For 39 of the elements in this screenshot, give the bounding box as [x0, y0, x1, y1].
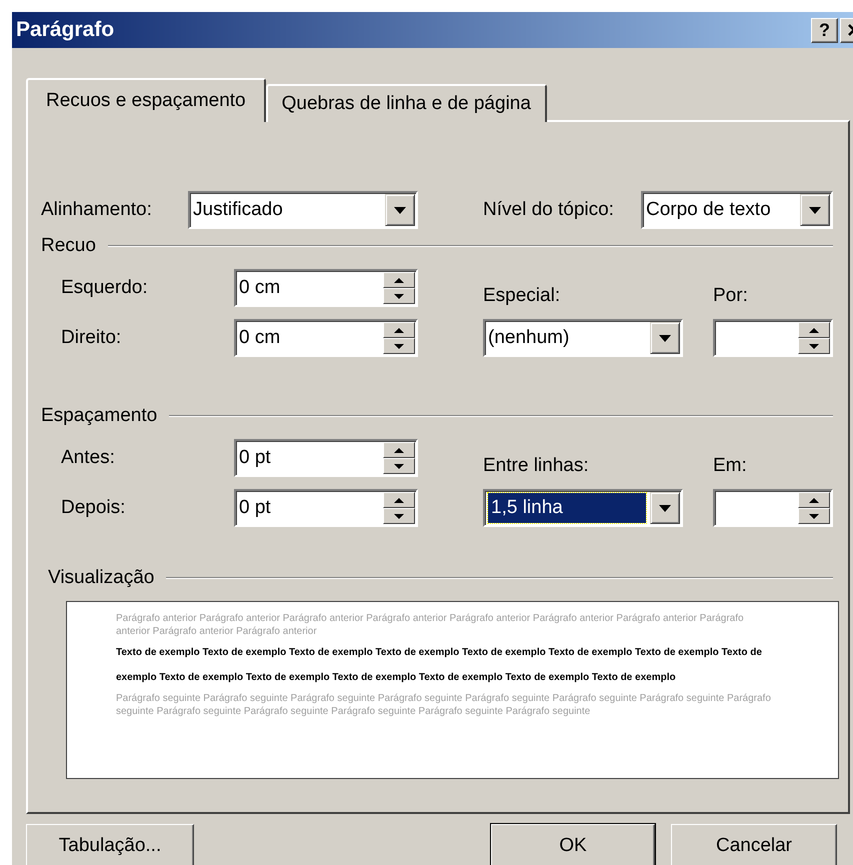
field-label: Nível do tópico: — [483, 199, 615, 221]
dropdown[interactable]: Corpo de texto — [641, 191, 833, 229]
help-button[interactable]: ? — [811, 18, 838, 42]
field-label: Entre linhas: — [483, 455, 590, 477]
field-label: Depois: — [61, 497, 126, 519]
field-value: 0 pt — [238, 446, 272, 470]
spin-field[interactable]: 0 cm — [234, 269, 418, 307]
field-label: Direito: — [61, 327, 122, 349]
field-label: Especial: — [483, 285, 562, 307]
field-label: Por: — [713, 285, 749, 307]
dropdown[interactable]: Justificado — [188, 191, 418, 229]
field-value: 0 cm — [238, 276, 282, 300]
dialog-button[interactable]: OK — [491, 824, 655, 865]
window-title: Parágrafo — [16, 18, 116, 42]
dropdown-value: (nenhum) — [487, 326, 570, 350]
tab[interactable]: Recuos e espaçamento — [26, 78, 266, 122]
dropdown[interactable]: (nenhum) — [483, 319, 683, 357]
dialog-button[interactable]: Cancelar — [671, 824, 837, 865]
preview-paragraph: Texto de exemplo Texto de exemplo Texto de exemplo Texto de exemplo Texto de exemplo Texto de exemplo Texto de exemplo Texto de exemplo Texto de exemplo Texto de exemplo Texto de exemplo Texto de exemplo Texto de exemplo Texto de exemplo — [116, 646, 763, 685]
field-label: Antes: — [61, 447, 116, 469]
group-title: Recuo — [41, 235, 96, 257]
dropdown[interactable]: 1,5 linha — [483, 489, 683, 527]
spin-field[interactable]: 0 pt — [234, 439, 418, 477]
field-value: 0 cm — [238, 326, 282, 350]
group-title: Visualização — [48, 567, 154, 589]
dialog-button[interactable]: Tabulação... — [26, 824, 194, 865]
group-title: Espaçamento — [41, 405, 158, 427]
dropdown-value: 1,5 linha — [488, 493, 646, 523]
field-label: Esquerdo: — [61, 277, 149, 299]
dropdown-value: Corpo de texto — [645, 198, 772, 222]
preview-paragraph: Parágrafo seguinte Parágrafo seguinte Parágrafo seguinte Parágrafo seguinte Parágrafo seguinte Parágrafo seguinte Parágrafo seguinte Parágrafo seguinte Parágrafo seguinte Parágrafo seguinte Parágrafo seguinte Parágrafo seguinte Parágrafo seguinte — [116, 692, 772, 718]
tab[interactable]: Quebras de linha e de página — [266, 84, 547, 122]
field-label: Em: — [713, 455, 748, 477]
field-label: Alinhamento: — [41, 199, 153, 221]
field-value: 0 pt — [238, 496, 272, 520]
dropdown-value: Justificado — [192, 198, 284, 222]
spin-field[interactable]: 0 cm — [234, 319, 418, 357]
preview-paragraph: Parágrafo anterior Parágrafo anterior Parágrafo anterior Parágrafo anterior Parágrafo anterior Parágrafo anterior Parágrafo anterior Parágrafo anterior Parágrafo anterior Parágrafo anterior — [116, 612, 745, 638]
spin-field[interactable]: 0 pt — [234, 489, 418, 527]
